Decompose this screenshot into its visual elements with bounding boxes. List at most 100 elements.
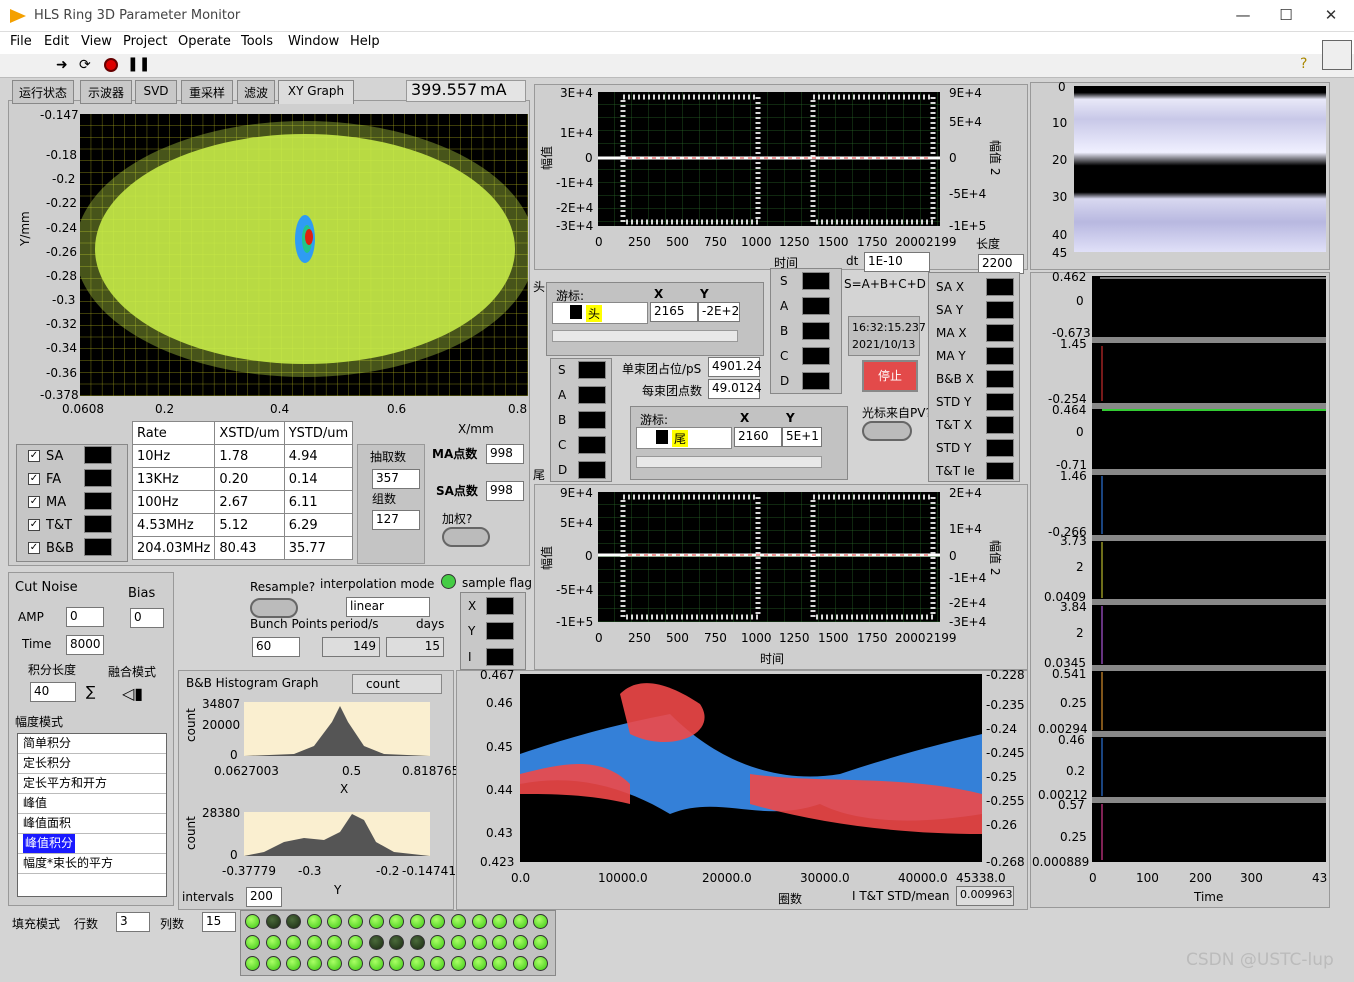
pause-icon[interactable]: ❚❚ (127, 56, 150, 72)
tab-filter[interactable]: 滤波 (237, 80, 275, 104)
help-icon[interactable]: ? (1300, 56, 1307, 72)
integration-length-input[interactable]: 40 (30, 682, 76, 702)
tab-oscilloscope[interactable]: 示波器 (80, 80, 132, 104)
led-indicator (245, 914, 260, 929)
tab-resample[interactable]: 重采样 (181, 80, 233, 104)
led-indicator (368, 956, 384, 971)
run-continuously-icon[interactable]: ⟳ (79, 57, 91, 73)
intensity-image[interactable] (1074, 86, 1326, 252)
std-mean-value: 0.009963 (956, 886, 1014, 906)
xy-ylabel: Y/mm (18, 211, 32, 246)
cursor1-x: 2165 (650, 302, 698, 322)
date: 2021/10/13 (852, 338, 916, 351)
speaker-icon[interactable]: ◁▮ (122, 684, 143, 703)
led-indicator (389, 956, 405, 971)
s-wave-icon-2 (578, 361, 606, 379)
bunch-points-input[interactable]: 60 (252, 637, 300, 657)
length-label: 长度 (976, 237, 1001, 251)
strip-xlabel: Time (1194, 890, 1224, 904)
waveform-plot-1[interactable] (598, 92, 940, 226)
current-unit: mA (480, 80, 507, 99)
length-input[interactable]: 2200 (978, 254, 1024, 274)
watermark: CSDN @USTC-lup (1186, 950, 1334, 970)
b-wave-icon (802, 322, 830, 340)
led-indicator (368, 935, 384, 950)
sample-flag-led (441, 574, 456, 589)
dt-input[interactable]: 1E-10 (864, 252, 930, 272)
count-button[interactable]: count (366, 677, 400, 691)
menu-file[interactable]: File (10, 34, 32, 49)
ma-checkbox[interactable]: ✓ (28, 496, 40, 508)
sa-points-input[interactable]: 998 (486, 481, 524, 501)
close-button[interactable]: ✕ (1316, 6, 1346, 26)
menu-window[interactable]: Window (288, 34, 339, 49)
bunch-pts-label: 每束团点数 (642, 384, 703, 398)
tab-run-status[interactable]: 运行状态 (12, 80, 74, 104)
run-icon[interactable]: ➜ (56, 57, 68, 73)
weighting-toggle[interactable] (442, 527, 490, 547)
menu-edit[interactable]: Edit (44, 34, 69, 49)
cursor2-y: 5E+1 (782, 427, 822, 447)
wave1-ylabel: 幅值 (540, 145, 554, 170)
amplitude-mode-list[interactable]: 简单积分 定长积分 定长平方和开方 峰值 峰值面积 峰值积分 幅度*束长的平方 (17, 733, 167, 897)
table-row: 100Hz 2.67 6.11 (131, 490, 354, 514)
menu-help[interactable]: Help (350, 34, 380, 49)
cursor-name-tail: 尾 (672, 430, 689, 447)
abort-icon[interactable] (104, 58, 118, 72)
strip-charts[interactable] (1092, 276, 1326, 862)
may-legend-icon (986, 347, 1014, 365)
decimation-label: 抽取数 (370, 450, 407, 464)
maximize-button[interactable]: ☐ (1271, 6, 1301, 26)
sa-checkbox[interactable]: ✓ (28, 450, 40, 462)
led-indicator (265, 935, 281, 950)
led-indicator (306, 956, 322, 971)
led-indicator (286, 935, 302, 950)
cursor2-scrollbar[interactable] (636, 456, 822, 468)
time-input[interactable]: 8000 (66, 635, 104, 655)
fa-checkbox[interactable]: ✓ (28, 473, 40, 485)
led-indicator (306, 935, 322, 950)
led-indicator (245, 935, 260, 950)
menu-tools[interactable]: Tools (241, 34, 273, 49)
minimize-button[interactable]: — (1228, 6, 1258, 26)
tt-checkbox[interactable]: ✓ (28, 519, 40, 531)
x-legend-icon (486, 597, 514, 615)
period-value: 149 (322, 637, 380, 657)
xy-xtick: 0.0608 (62, 402, 104, 416)
led-indicator (348, 935, 363, 950)
days-value: 15 (386, 637, 444, 657)
interp-select[interactable]: linear (346, 597, 430, 617)
led-indicator (492, 914, 508, 929)
menu-view[interactable]: View (81, 34, 112, 49)
bb-checkbox[interactable]: ✓ (28, 542, 40, 554)
xy-xtick: 0.6 (387, 402, 407, 416)
cursor1-scrollbar[interactable] (552, 330, 738, 342)
led-indicator (368, 914, 384, 929)
tab-xy-graph[interactable]: XY Graph (278, 80, 354, 104)
rows-input[interactable]: 3 (116, 912, 150, 932)
cols-input[interactable]: 15 (202, 912, 236, 932)
intervals-input[interactable]: 200 (246, 887, 282, 907)
tab-svd[interactable]: SVD (135, 80, 177, 104)
amp-input[interactable]: 0 (66, 607, 104, 627)
bias-input[interactable]: 0 (130, 608, 164, 628)
resample-toggle[interactable] (250, 598, 298, 618)
group-input[interactable]: 127 (372, 510, 420, 530)
a-wave-icon-2 (578, 386, 606, 404)
y-legend-icon (486, 622, 514, 640)
pv-toggle[interactable] (862, 421, 912, 441)
c-wave-icon-2 (578, 436, 606, 454)
menu-project[interactable]: Project (123, 34, 167, 49)
weighting-label: 加权? (442, 512, 473, 526)
sa-points-label: SA点数 (436, 484, 478, 498)
waveform-plot-2[interactable] (598, 492, 940, 622)
trend-plot[interactable] (520, 674, 982, 862)
ma-points-input[interactable]: 998 (486, 444, 524, 464)
menu-operate[interactable]: Operate (178, 34, 231, 49)
stop-button[interactable]: 停止 (862, 360, 918, 392)
decimation-input[interactable]: 357 (372, 469, 420, 489)
xy-scatter-plot[interactable] (80, 114, 528, 396)
led-indicator (533, 935, 549, 950)
bunch-pts: 49.0124 (708, 379, 762, 399)
list-item: 定长平方和开方 (18, 774, 166, 794)
